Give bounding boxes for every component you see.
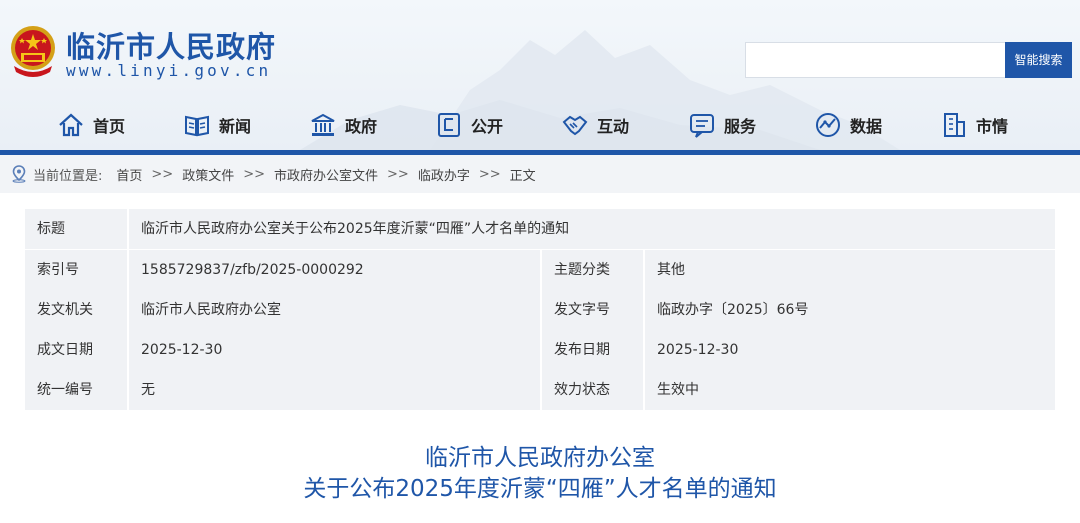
document-title-line1: 临沂市人民政府办公室: [425, 445, 655, 471]
handshake-icon: [562, 115, 588, 136]
service-chat-icon: [690, 114, 714, 138]
nav-item-news[interactable]: 新闻: [183, 110, 251, 140]
document-title-line2: 关于公布2025年度沂蒙“四雁”人才名单的通知: [303, 476, 777, 502]
news-book-icon: [185, 115, 209, 137]
breadcrumb-separator: >>: [478, 166, 501, 182]
site-header: 临沂市人民政府 www.linyi.gov.cn 智能搜索 首页 新闻 政府 公…: [0, 0, 1080, 150]
breadcrumb: 当前位置是: 首页 >> 政策文件 >> 市政府办公室文件 >> 临政办字 >>…: [0, 155, 1080, 193]
meta-value: 临沂市人民政府办公室关于公布2025年度沂蒙“四雁”人才名单的通知: [127, 209, 1055, 249]
breadcrumb-item-home[interactable]: 首页: [116, 165, 142, 184]
site-url: www.linyi.gov.cn: [66, 61, 272, 80]
meta-label: 统一编号: [37, 382, 93, 398]
nav-label-open: 公开: [471, 117, 504, 136]
meta-row-title: 标题 临沂市人民政府办公室关于公布2025年度沂蒙“四雁”人才名单的通知: [25, 209, 1055, 249]
government-building-icon: [311, 113, 335, 136]
nav-label-news: 新闻: [219, 117, 252, 136]
meta-row: 发文机关 临沂市人民政府办公室 发文字号 临政办字〔2025〕66号: [25, 290, 1055, 330]
nav-label-interaction: 互动: [597, 117, 630, 136]
meta-label: 主题分类: [540, 250, 643, 290]
meta-label: 发文机关: [37, 302, 93, 318]
location-pin-icon: [12, 165, 26, 183]
smart-search-button[interactable]: 智能搜索: [1005, 42, 1072, 78]
meta-value: 临政办字〔2025〕66号: [643, 290, 1055, 330]
meta-value: 生效中: [643, 370, 1055, 410]
meta-row: 统一编号 无 效力状态 生效中: [25, 370, 1055, 410]
nav-label-city: 市情: [976, 117, 1009, 136]
meta-label: 效力状态: [540, 370, 643, 410]
meta-value: 临沂市人民政府办公室: [127, 290, 540, 330]
main-nav: 首页 新闻 政府 公开 互动 服务 数据 市情: [0, 100, 1080, 150]
site-title[interactable]: 临沂市人民政府: [66, 24, 276, 66]
national-emblem-icon: [11, 26, 55, 77]
breadcrumb-separator: >>: [151, 166, 174, 182]
meta-label: 标题: [37, 221, 65, 237]
breadcrumb-separator: >>: [387, 166, 409, 182]
nav-item-interaction[interactable]: 互动: [561, 110, 629, 140]
search-input[interactable]: [745, 42, 1007, 78]
data-globe-icon: [816, 113, 840, 137]
breadcrumb-separator: >>: [243, 166, 266, 182]
meta-value: 1585729837/zfb/2025-0000292: [127, 250, 540, 290]
nav-label-government: 政府: [345, 117, 378, 136]
breadcrumb-item-current: 正文: [509, 168, 536, 184]
meta-label: 成文日期: [37, 342, 93, 358]
document-icon: [438, 113, 460, 137]
nav-label-service: 服务: [724, 117, 757, 136]
meta-label: 发文字号: [540, 290, 643, 330]
breadcrumb-item-linzhengban[interactable]: 临政办字: [418, 165, 470, 184]
meta-value: 无: [127, 370, 540, 410]
nav-item-open[interactable]: 公开: [435, 110, 503, 140]
meta-value: 其他: [643, 250, 1055, 290]
meta-label: 索引号: [37, 262, 79, 278]
meta-row: 成文日期 2025-12-30 发布日期 2025-12-30: [25, 330, 1055, 370]
nav-label-data: 数据: [850, 117, 883, 136]
meta-value: 2025-12-30: [127, 330, 540, 370]
breadcrumb-lead: 当前位置是:: [33, 168, 103, 184]
meta-label: 发布日期: [540, 330, 643, 370]
nav-item-government[interactable]: 政府: [309, 110, 377, 140]
nav-label-home: 首页: [93, 117, 126, 136]
meta-row: 索引号 1585729837/zfb/2025-0000292 主题分类 其他: [25, 250, 1055, 290]
meta-value: 2025-12-30: [643, 330, 1055, 370]
breadcrumb-item-office-docs[interactable]: 市政府办公室文件: [274, 165, 378, 184]
nav-item-service[interactable]: 服务: [688, 110, 756, 140]
city-building-icon: [944, 113, 965, 137]
breadcrumb-item-policy[interactable]: 政策文件: [182, 165, 234, 184]
nav-item-home[interactable]: 首页: [57, 110, 125, 140]
home-icon: [59, 113, 83, 137]
nav-item-city[interactable]: 市情: [940, 110, 1008, 140]
nav-item-data[interactable]: 数据: [814, 110, 882, 140]
